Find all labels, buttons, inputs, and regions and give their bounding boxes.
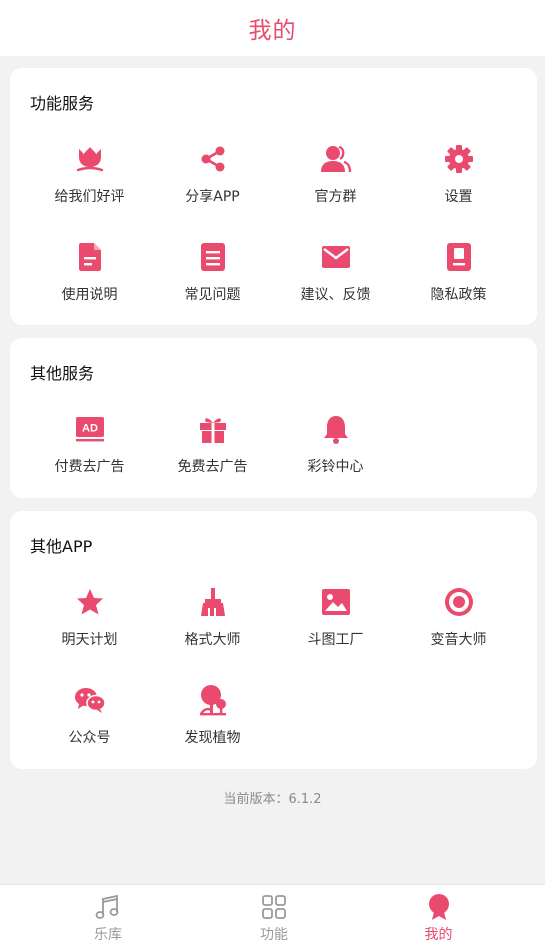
free-remove-ads-label: 免费去广告 [177,459,248,475]
version-text: 当前版本：6.1.2 [223,792,322,807]
faq-label: 常见问题 [184,287,241,303]
music-note-icon [93,892,123,922]
document-icon [73,240,107,274]
official-group-label: 官方群 [314,189,357,205]
tab-music-library[interactable]: 乐库 [0,885,216,950]
share-app-label: 分享APP [185,189,240,205]
voice-changer-label: 变音大师 [430,632,487,648]
paid-remove-ads-label: 付费去广告 [54,459,125,475]
settings-label: 设置 [444,189,473,205]
star-icon [73,585,107,619]
privacy-policy-label: 隐私政策 [430,287,487,303]
share-icon [196,142,230,176]
plant-icon [196,683,230,717]
grid-icon [259,892,289,922]
tab-mine-label: 我的 [424,927,453,943]
share-app-item[interactable]: 分享APP [151,142,274,240]
functions-grid: 给我们好评 分享APP 官方群 设置 使用说明 常见问题 建议、反馈 隐私政策 [10,142,537,338]
official-account-label: 公众号 [68,730,111,746]
tomorrow-plan-item[interactable]: 明天计划 [28,585,151,683]
other-apps-grid: 明天计划 格式大师 斗图工厂 变音大师 公众号 发现植物 [10,585,537,781]
page-title: 我的 [248,18,297,44]
other-services-grid: AD 付费去广告 免费去广告 彩铃中心 [10,412,537,510]
privacy-policy-item[interactable]: 隐私政策 [397,240,520,338]
privacy-icon [442,240,476,274]
functions-title: 功能服务 [30,94,95,113]
image-icon [319,585,353,619]
meme-factory-item[interactable]: 斗图工厂 [274,585,397,683]
discover-plants-label: 发现植物 [184,730,241,746]
official-group-item[interactable]: 官方群 [274,142,397,240]
profile-badge-icon [424,892,454,922]
other-apps-card: 其他APP 明天计划 格式大师 斗图工厂 变音大师 公众号 发现植物 [10,511,537,769]
faq-item[interactable]: 常见问题 [151,240,274,338]
ringtone-center-label: 彩铃中心 [307,459,364,475]
format-master-item[interactable]: 格式大师 [151,585,274,683]
meme-factory-label: 斗图工厂 [307,632,364,648]
tab-music-library-label: 乐库 [94,927,122,943]
rate-us-label: 给我们好评 [54,189,125,205]
official-account-item[interactable]: 公众号 [28,683,151,781]
wechat-icon [73,683,107,717]
user-guide-label: 使用说明 [61,287,118,303]
top-header: 我的 [0,0,545,56]
settings-item[interactable]: 设置 [397,142,520,240]
tab-functions-label: 功能 [260,927,288,943]
other-apps-title: 其他APP [30,537,93,556]
rate-us-item[interactable]: 给我们好评 [28,142,151,240]
other-services-card: 其他服务 AD 付费去广告 免费去广告 彩铃中心 [10,338,537,498]
functions-card: 功能服务 给我们好评 分享APP 官方群 设置 使用说明 常见问题 建议、反馈 … [10,68,537,325]
ad-icon-text: AD [82,423,98,435]
ad-icon: AD [73,412,107,446]
voice-changer-item[interactable]: 变音大师 [397,585,520,683]
tab-mine[interactable]: 我的 [332,885,545,950]
discover-plants-item[interactable]: 发现植物 [151,683,274,781]
flower-icon [73,142,107,176]
format-master-label: 格式大师 [184,632,241,648]
paid-remove-ads-item[interactable]: AD 付费去广告 [28,412,151,510]
target-icon [442,585,476,619]
group-icon [319,142,353,176]
gear-icon [442,142,476,176]
bell-icon [319,412,353,446]
bottom-tab-bar: 乐库 功能 我的 [0,884,545,950]
feedback-item[interactable]: 建议、反馈 [274,240,397,338]
gift-icon [196,412,230,446]
list-icon [196,240,230,274]
mail-icon [319,240,353,274]
tab-functions[interactable]: 功能 [216,885,332,950]
broom-icon [196,585,230,619]
free-remove-ads-item[interactable]: 免费去广告 [151,412,274,510]
tomorrow-plan-label: 明天计划 [61,632,118,648]
user-guide-item[interactable]: 使用说明 [28,240,151,338]
other-services-title: 其他服务 [30,364,95,383]
ringtone-center-item[interactable]: 彩铃中心 [274,412,397,510]
feedback-label: 建议、反馈 [300,287,371,303]
